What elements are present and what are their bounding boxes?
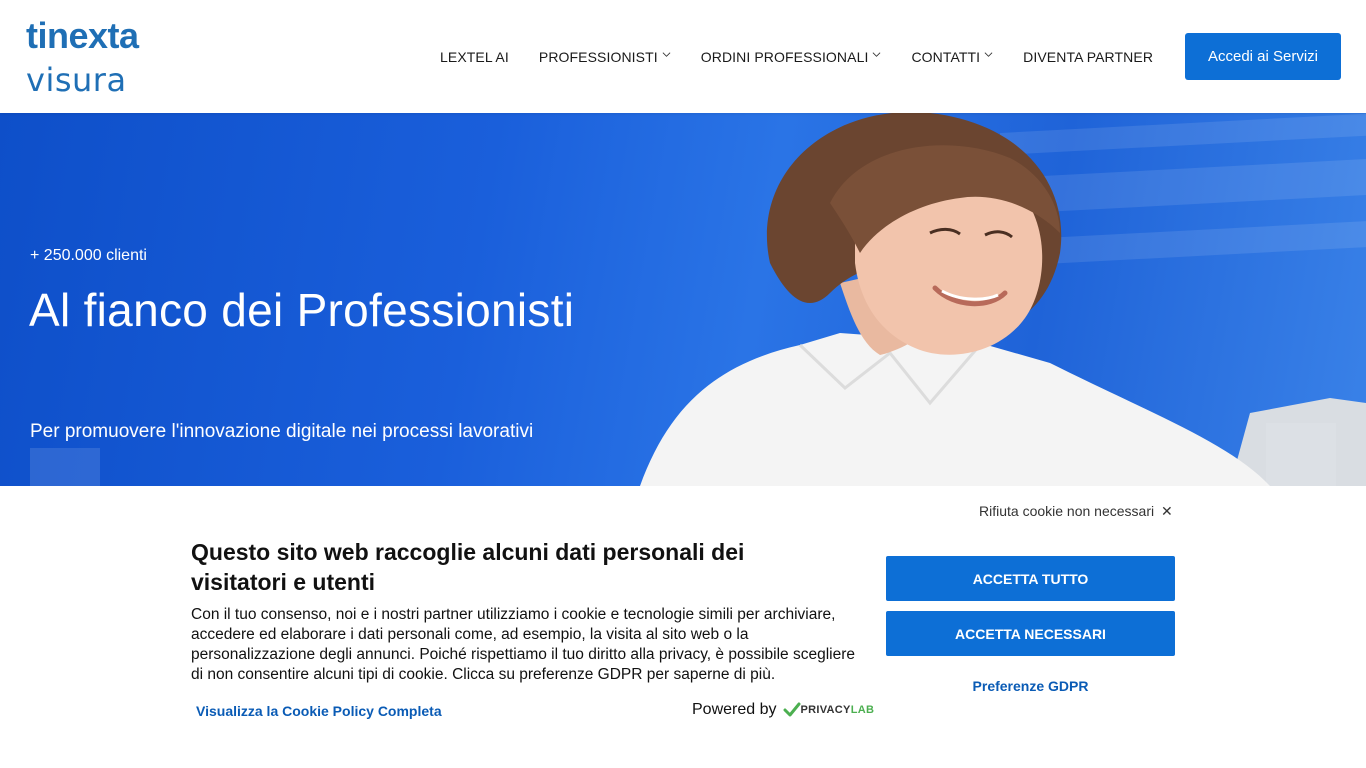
site-header: tinexta visura LEXTEL AI PROFESSIONISTI …	[0, 0, 1366, 113]
chevron-down-icon	[984, 50, 993, 59]
chevron-down-icon	[662, 50, 671, 59]
hero-title: Al fianco dei Professionisti	[29, 284, 575, 336]
close-icon: ✕	[1161, 503, 1173, 519]
hero-subtitle: Per promuovere l'innovazione digitale ne…	[30, 421, 534, 442]
hero-kicker: + 250.000 clienti	[30, 247, 147, 264]
hero-woman-image	[640, 113, 1366, 486]
cookie-policy-link[interactable]: Visualizza la Cookie Policy Completa	[196, 703, 442, 719]
nav-item-label: DIVENTA PARTNER	[1023, 48, 1154, 65]
slider-control-right[interactable]	[1266, 423, 1336, 486]
nav-item-lextel-ai[interactable]: LEXTEL AI	[440, 49, 509, 65]
cookie-consent-banner: Rifiuta cookie non necessari ✕ Questo si…	[0, 486, 1366, 768]
privacylab-brand-b: LAB	[850, 704, 875, 716]
nav-item-label: ORDINI PROFESSIONALI	[700, 48, 869, 65]
tinexta-visura-logo[interactable]: tinexta visura	[26, 18, 176, 100]
privacylab-logo: PRIVACY LAB	[783, 702, 875, 718]
hero-banner: + 250.000 clienti Al fianco dei Professi…	[0, 113, 1366, 486]
powered-by-label: Powered by	[692, 701, 777, 718]
nav-item-contatti[interactable]: CONTATTI	[911, 49, 993, 65]
logo-wordmark-bottom: visura	[26, 61, 127, 99]
nav-item-professionisti[interactable]: PROFESSIONISTI	[539, 49, 671, 65]
gdpr-preferences-link[interactable]: Preferenze GDPR	[886, 678, 1175, 694]
nav-item-ordini-professionali[interactable]: ORDINI PROFESSIONALI	[701, 49, 882, 65]
chevron-down-icon	[872, 50, 881, 59]
reject-cookies-label: Rifiuta cookie non necessari	[979, 503, 1155, 519]
nav-item-diventa-partner[interactable]: DIVENTA PARTNER	[1023, 49, 1153, 65]
cookie-title: Questo sito web raccoglie alcuni dati pe…	[191, 539, 745, 595]
nav-item-label: LEXTEL AI	[440, 48, 509, 65]
reject-cookies-button[interactable]: Rifiuta cookie non necessari ✕	[979, 503, 1173, 520]
nav-item-label: CONTATTI	[911, 48, 981, 65]
powered-by[interactable]: Powered by PRIVACY LAB	[692, 701, 874, 719]
slider-control-left[interactable]	[30, 448, 100, 486]
main-nav: LEXTEL AI PROFESSIONISTI ORDINI PROFESSI…	[440, 0, 1183, 113]
accept-necessary-button[interactable]: ACCETTA NECESSARI	[886, 611, 1175, 656]
accedi-servizi-button[interactable]: Accedi ai Servizi	[1185, 33, 1341, 80]
logo-wordmark-top: tinexta	[26, 15, 139, 56]
accept-all-button[interactable]: ACCETTA TUTTO	[886, 556, 1175, 601]
cookie-description: Con il tuo consenso, noi e i nostri part…	[191, 606, 855, 683]
checkmark-icon	[783, 702, 800, 717]
nav-item-label: PROFESSIONISTI	[538, 48, 658, 65]
privacylab-brand-a: PRIVACY	[800, 704, 851, 716]
